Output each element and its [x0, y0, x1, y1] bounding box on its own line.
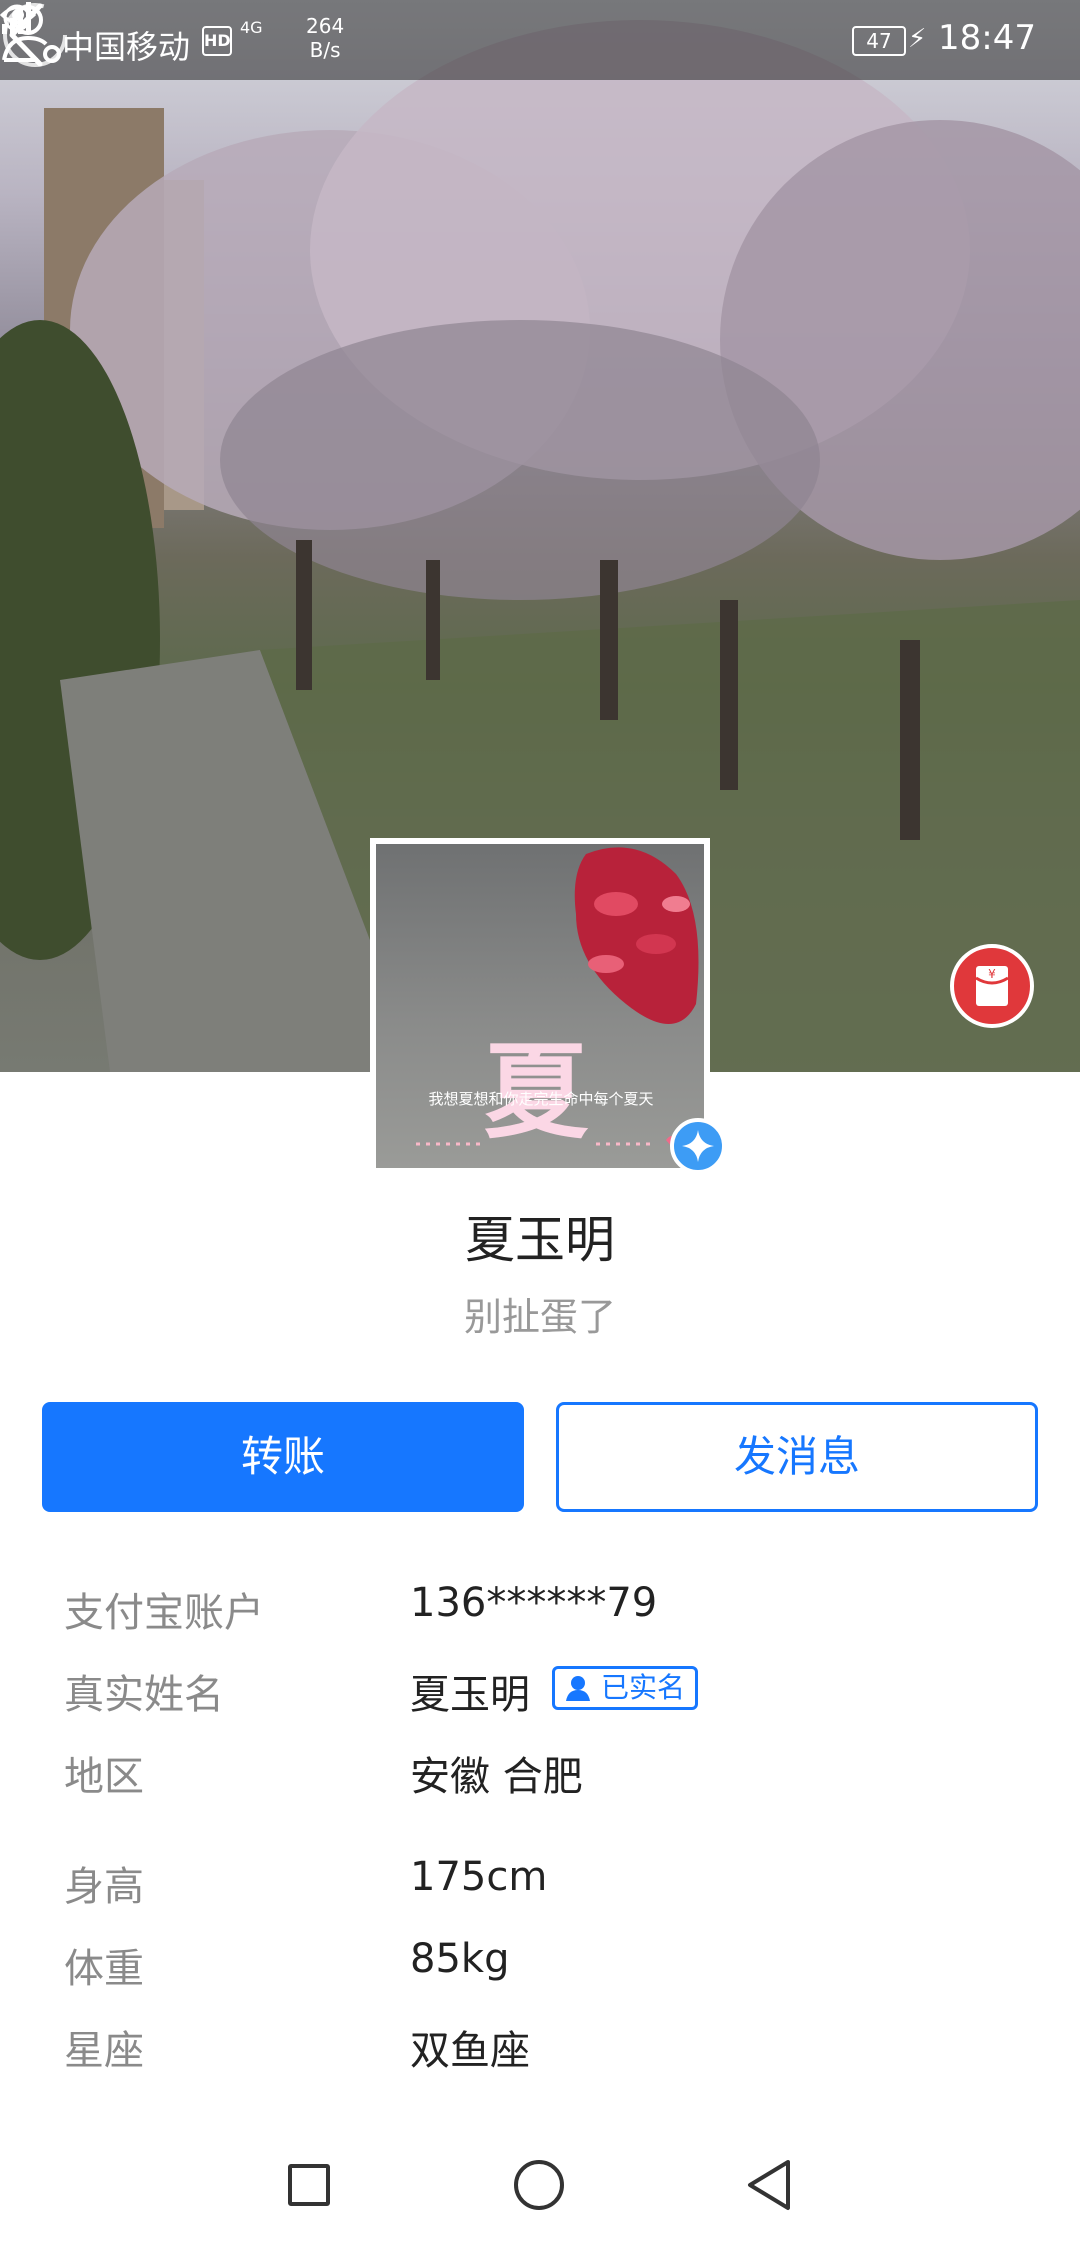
carrier-name: 中国移动 [62, 28, 191, 66]
info-value-account: 136******79 [410, 1580, 658, 1626]
avatar-image: 夏 我想夏想和你走完生命中每个夏天 [376, 844, 704, 1168]
transfer-button[interactable]: 转账 [42, 1402, 524, 1512]
red-packet-icon: ¥ [975, 966, 1009, 1006]
speed-unit: B/s [309, 38, 341, 62]
info-value-realname: 夏玉明 [410, 1672, 530, 1718]
square-icon[interactable] [288, 2164, 330, 2206]
info-label-realname: 真实姓名 [64, 1672, 224, 1718]
user-name: 夏玉明 [465, 1211, 615, 1269]
triangle-back-icon[interactable] [744, 2158, 794, 2212]
info-value-weight: 85kg [410, 1936, 510, 1982]
info-value-height: 175cm [410, 1854, 548, 1900]
charging-icon: ⚡ [908, 24, 927, 54]
verified-tag-label: 已实名 [601, 1671, 686, 1704]
info-label-zodiac: 星座 [64, 2028, 144, 2074]
star-badge-icon [682, 1130, 714, 1162]
status-bar: 中国移动 HD 4G 264 B/s 47 ⚡ 18:47 [0, 0, 1080, 80]
send-message-button[interactable]: 发消息 [556, 1402, 1038, 1512]
verified-tag: 已实名 [552, 1666, 699, 1710]
info-value-zodiac: 双鱼座 [410, 2028, 530, 2074]
verified-badge [670, 1118, 726, 1174]
network-speed: 264 B/s [306, 14, 344, 62]
user-signature: 别扯蛋了 [463, 1295, 616, 1339]
battery-indicator: 47 [852, 26, 906, 56]
info-label-region: 地区 [64, 1754, 144, 1800]
loading-spinner-icon [3, 3, 67, 67]
info-label-weight: 体重 [64, 1946, 144, 1992]
id-person-icon [566, 1676, 590, 1701]
red-packet-button[interactable]: ¥ [950, 944, 1034, 1028]
avatar[interactable]: 夏 我想夏想和你走完生命中每个夏天 [370, 838, 710, 1174]
info-label-account: 支付宝账户 [64, 1590, 264, 1636]
network-type: 4G [240, 18, 263, 37]
speed-value: 264 [306, 14, 345, 38]
clock: 18:47 [938, 18, 1036, 58]
avatar-caption: 我想夏想和你走完生命中每个夏天 [428, 1090, 654, 1108]
system-nav-bar [0, 2120, 1080, 2244]
circle-icon[interactable] [514, 2160, 564, 2210]
hd-badge: HD [202, 26, 232, 56]
info-value-region: 安徽 合肥 [410, 1754, 583, 1800]
info-label-height: 身高 [64, 1864, 144, 1910]
svg-text:¥: ¥ [988, 967, 996, 981]
